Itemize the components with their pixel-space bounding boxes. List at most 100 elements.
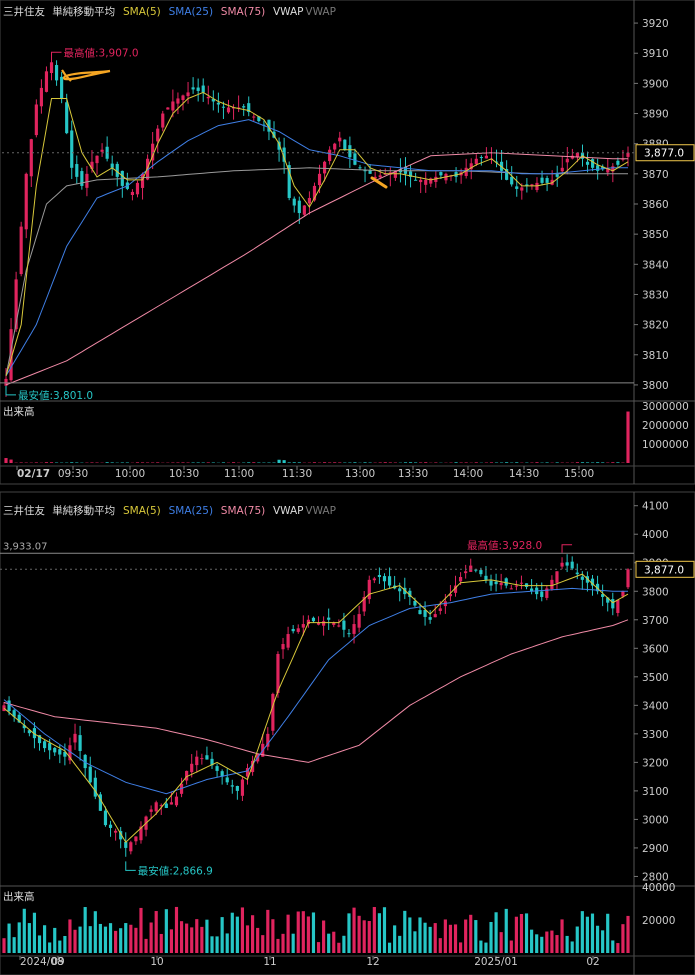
intraday-volume-bar [247, 462, 251, 463]
daily-volume-bar [88, 926, 92, 953]
intraday-volume-bar [323, 462, 327, 463]
daily-candle-body [504, 578, 508, 586]
daily-candle-body [43, 741, 47, 749]
intraday-ytick-label: 3850 [642, 229, 669, 241]
daily-volume-bar [413, 931, 417, 953]
intraday-candle-body [60, 76, 64, 99]
intraday-ytick-label: 3810 [642, 350, 669, 362]
daily-volume-bar [7, 923, 11, 953]
intraday-candle-body [328, 149, 332, 162]
daily-volume-bar [621, 924, 625, 953]
intraday-volume-bar [34, 462, 38, 463]
intraday-candle-body [130, 191, 135, 196]
intraday-last-price-text: 3,877.0 [644, 148, 684, 160]
intraday-candle-body [545, 178, 549, 183]
intraday-candle-body [161, 113, 165, 128]
intraday-ytick-label: 3840 [642, 259, 669, 271]
daily-volume-bar [205, 919, 209, 953]
intraday-candle-body [196, 87, 200, 91]
daily-volume-bar [17, 922, 21, 953]
daily-volume-bar [499, 932, 503, 953]
intraday-volume-bar [231, 462, 236, 463]
daily-low-label: 最安値:2,866.9 [138, 864, 213, 877]
daily-candle-body [398, 588, 402, 592]
daily-legend-item: VWAP [273, 505, 304, 517]
intraday-candle-body [216, 102, 220, 105]
daily-volume-bar [372, 907, 376, 953]
intraday-volume-bar [9, 459, 13, 463]
daily-volume-bar [316, 942, 321, 953]
daily-volume-bar [555, 935, 559, 953]
daily-candle-body [626, 569, 630, 588]
intraday-candle-body [226, 107, 231, 113]
daily-volume-bar [235, 916, 239, 953]
intraday-candle-body [535, 182, 539, 191]
intraday-candle-body [429, 178, 433, 184]
daily-panel: 2800290030003100320033003400350036003700… [0, 491, 695, 975]
daily-volume-bar [514, 916, 518, 953]
daily-ytick-label: 3400 [642, 700, 669, 712]
intraday-panel: 3800381038203830384038503860387038803890… [0, 0, 695, 485]
daily-volume-bar [159, 933, 163, 953]
daily-candle-body [509, 588, 513, 590]
daily-volume-bar [595, 925, 600, 953]
daily-volume-bar [185, 923, 189, 953]
daily-ytick-label: 2900 [642, 843, 669, 855]
intraday-high-label: 最高値:3,907.0 [64, 46, 139, 59]
daily-candle-body [616, 599, 620, 613]
intraday-candle-body [596, 165, 600, 171]
intraday-volume-bar [505, 462, 509, 463]
daily-legend-item: SMA(75) [221, 505, 265, 517]
daily-candle-body [48, 743, 52, 751]
intraday-candle-body [358, 167, 362, 169]
intraday-candle-body [85, 173, 89, 188]
daily-volume-bar [322, 920, 326, 953]
daily-volume-bar [22, 908, 26, 953]
daily-ytick-label: 3600 [642, 643, 669, 655]
intraday-legend-item: SMA(25) [169, 6, 213, 18]
daily-volume-bar [438, 938, 442, 953]
daily-volume-bar [474, 920, 478, 953]
daily-volume-bar [509, 940, 513, 953]
intraday-candle-body [181, 95, 185, 101]
intraday-candle-body [439, 172, 443, 176]
daily-volume-bar [393, 925, 397, 953]
intraday-candle-body [65, 102, 69, 134]
daily-candle-body [621, 591, 625, 597]
daily-candle-body [418, 610, 422, 615]
daily-volume-bar [530, 929, 534, 953]
daily-candle-body [428, 617, 432, 620]
daily-volume-bar [261, 935, 265, 953]
daily-candle-body [337, 625, 341, 627]
intraday-candle-body [221, 106, 226, 108]
daily-volume-tick-label: 20000 [642, 915, 675, 927]
daily-volume-bar [311, 912, 316, 953]
daily-volume-bar [464, 919, 468, 953]
daily-last-price-text: 3,877.0 [644, 564, 684, 576]
intraday-candle-body [297, 200, 301, 214]
daily-volume-bar [200, 926, 204, 953]
daily-candle-body [499, 582, 503, 586]
intraday-candle-body [176, 98, 180, 104]
intraday-volume-tick-label: 3000000 [642, 401, 689, 413]
daily-candle-body [357, 614, 361, 628]
daily-candle-body [494, 581, 498, 585]
daily-volume-bar [230, 912, 234, 953]
daily-volume-bar [601, 930, 605, 953]
intraday-ytick-label: 3900 [642, 78, 669, 90]
intraday-volume-bar [338, 462, 342, 463]
stock-chart: 3800381038203830384038503860387038803890… [0, 0, 695, 975]
intraday-volume-bar [4, 458, 8, 463]
daily-xtick-label: 02 [586, 956, 599, 968]
intraday-candle-body [479, 157, 483, 159]
intraday-ytick-label: 3860 [642, 199, 669, 211]
daily-volume-bar [119, 928, 123, 953]
daily-reference-label: 3,933.07 [3, 541, 48, 552]
daily-volume-bar [43, 925, 47, 953]
daily-candle-body [377, 574, 381, 577]
daily-volume-bar [570, 941, 574, 953]
intraday-candle-body [171, 101, 175, 111]
intraday-volume-bar [287, 462, 291, 463]
daily-volume-bar [443, 919, 447, 953]
daily-candle-body [342, 620, 346, 630]
